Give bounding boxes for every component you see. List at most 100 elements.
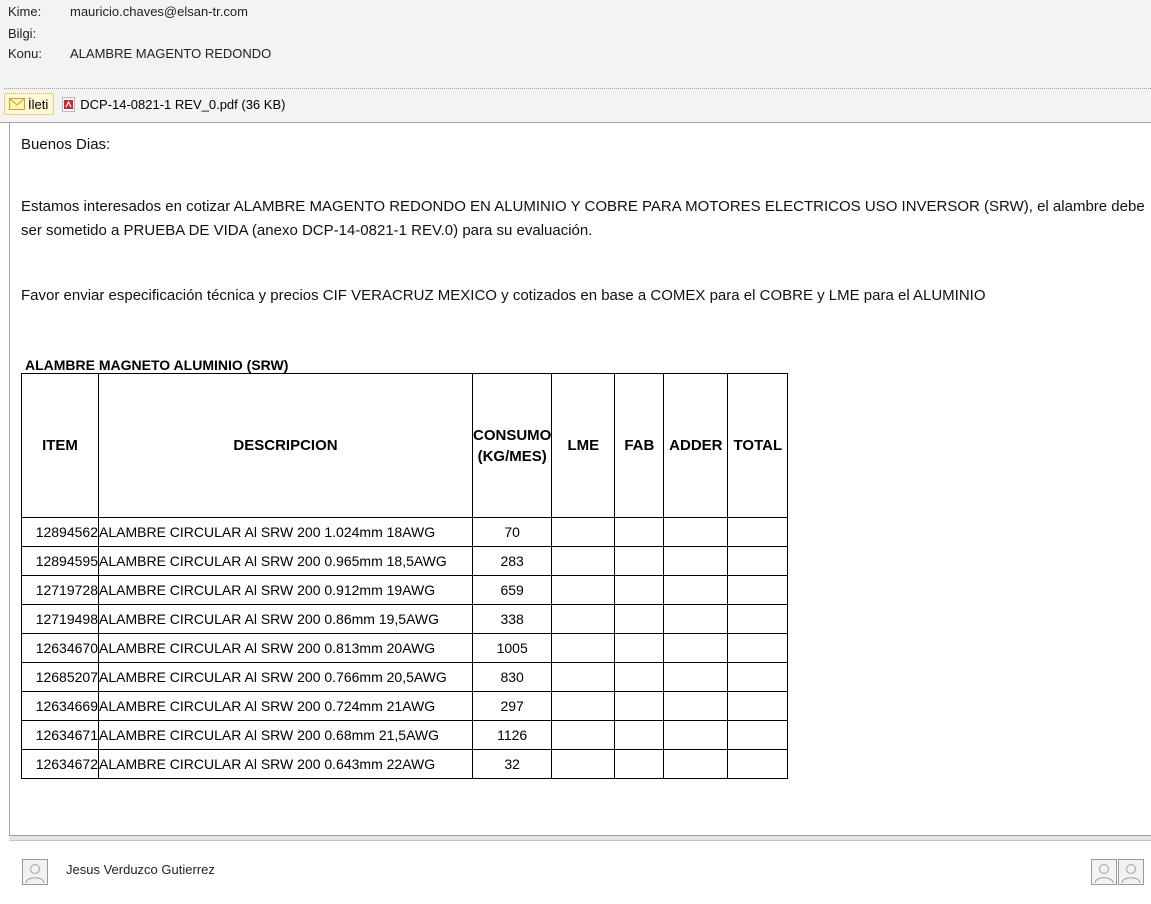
attachment-bar: İleti DCP-14-0821-1 REV_0.pdf (36 KB) xyxy=(4,93,290,115)
table-row: 12634670 ALAMBRE CIRCULAR Al SRW 200 0.81… xyxy=(21,633,789,663)
to-label: Kime: xyxy=(8,4,42,19)
pdf-icon xyxy=(62,96,76,112)
cell-lme xyxy=(551,749,616,779)
cell-lme xyxy=(551,517,616,547)
cell-fab xyxy=(614,691,665,721)
cell-fab xyxy=(614,517,665,547)
table-title: ALAMBRE MAGNETO ALUMINIO (SRW) xyxy=(25,357,289,373)
table-row: 12685207 ALAMBRE CIRCULAR Al SRW 200 0.76… xyxy=(21,662,789,692)
cell-fab xyxy=(614,662,665,692)
header-divider xyxy=(4,88,1151,89)
cell-descripcion: ALAMBRE CIRCULAR Al SRW 200 0.813mm 20AW… xyxy=(98,633,473,663)
cell-consumo: 830 xyxy=(471,662,553,692)
table-row: 12634671 ALAMBRE CIRCULAR Al SRW 200 0.68… xyxy=(21,720,789,750)
header-descripcion: DESCRIPCION xyxy=(98,373,473,518)
to-row: Kime: mauricio.chaves@elsan-tr.com xyxy=(8,2,248,22)
subject-row: Konu: ALAMBRE MAGENTO REDONDO xyxy=(8,44,271,64)
header-bottom-border xyxy=(0,122,1151,123)
envelope-icon xyxy=(9,98,25,110)
cell-lme xyxy=(551,546,616,576)
cell-adder xyxy=(663,633,729,663)
cc-row: Bilgi: xyxy=(8,24,70,44)
cell-fab xyxy=(614,720,665,750)
table-row: 12634669 ALAMBRE CIRCULAR Al SRW 200 0.72… xyxy=(21,691,789,721)
cell-adder xyxy=(663,517,729,547)
subject-label: Konu: xyxy=(8,46,42,61)
cell-item: 12634672 xyxy=(21,749,99,779)
header-consumo: CONSUMO (KG/MES) xyxy=(471,373,553,518)
subject-value: ALAMBRE MAGENTO REDONDO xyxy=(70,46,272,61)
attachment-pdf[interactable]: DCP-14-0821-1 REV_0.pdf (36 KB) xyxy=(58,94,290,114)
cell-consumo: 297 xyxy=(471,691,553,721)
cc-label: Bilgi: xyxy=(8,26,37,41)
cell-lme xyxy=(551,691,616,721)
to-recipient[interactable]: mauricio.chaves@elsan-tr.com xyxy=(70,4,248,19)
table-row: 12894595 ALAMBRE CIRCULAR Al SRW 200 0.96… xyxy=(21,546,789,576)
cell-item: 12634671 xyxy=(21,720,99,750)
sender-name[interactable]: Jesus Verduzco Gutierrez xyxy=(66,862,215,877)
cell-consumo: 338 xyxy=(471,604,553,634)
cell-lme xyxy=(551,575,616,605)
quote-table: ITEM DESCRIPCION CONSUMO (KG/MES) LME FA… xyxy=(21,373,789,779)
cell-fab xyxy=(614,575,665,605)
tab-message-label: İleti xyxy=(28,96,49,112)
cell-adder xyxy=(663,575,729,605)
cell-fab xyxy=(614,604,665,634)
message-header: Kime: mauricio.chaves@elsan-tr.com Bilgi:… xyxy=(0,0,1151,122)
table-row: 12719498 ALAMBRE CIRCULAR Al SRW 200 0.86… xyxy=(21,604,789,634)
cell-item: 12719728 xyxy=(21,575,99,605)
cell-item: 12634670 xyxy=(21,633,99,663)
greeting-text: Buenos Dias: xyxy=(21,136,111,153)
cell-lme xyxy=(551,633,616,663)
table-header-row: ITEM DESCRIPCION CONSUMO (KG/MES) LME FA… xyxy=(21,373,789,518)
cell-lme xyxy=(551,720,616,750)
cell-descripcion: ALAMBRE CIRCULAR Al SRW 200 0.643mm 22AW… xyxy=(98,749,473,779)
cell-item: 12719498 xyxy=(21,604,99,634)
cell-descripcion: ALAMBRE CIRCULAR Al SRW 200 0.965mm 18,5… xyxy=(98,546,473,576)
cell-adder xyxy=(663,749,729,779)
cell-total xyxy=(727,546,789,576)
tab-message[interactable]: İleti xyxy=(4,93,55,115)
cell-total xyxy=(727,691,789,721)
cell-descripcion: ALAMBRE CIRCULAR Al SRW 200 0.86mm 19,5A… xyxy=(98,604,473,634)
cell-lme xyxy=(551,662,616,692)
cell-descripcion: ALAMBRE CIRCULAR Al SRW 200 0.724mm 21AW… xyxy=(98,691,473,721)
cell-lme xyxy=(551,604,616,634)
cell-total xyxy=(727,633,789,663)
cell-total xyxy=(727,604,789,634)
cell-item: 12685207 xyxy=(21,662,99,692)
header-adder: ADDER xyxy=(663,373,729,518)
person-icon xyxy=(1121,864,1141,884)
header-fab: FAB xyxy=(614,373,665,518)
contact-avatar-2[interactable] xyxy=(1118,859,1144,885)
contact-avatar-1[interactable] xyxy=(1091,859,1117,885)
cell-adder xyxy=(663,720,729,750)
cell-item: 12894562 xyxy=(21,517,99,547)
header-lme: LME xyxy=(551,373,616,518)
table-row: 12894562 ALAMBRE CIRCULAR Al SRW 200 1.02… xyxy=(21,517,789,547)
sender-avatar[interactable] xyxy=(22,859,48,885)
body-left-border xyxy=(9,122,10,835)
cell-descripcion: ALAMBRE CIRCULAR Al SRW 200 0.766mm 20,5… xyxy=(98,662,473,692)
table-row: 12634672 ALAMBRE CIRCULAR Al SRW 200 0.64… xyxy=(21,749,789,779)
person-icon xyxy=(1094,864,1114,884)
cell-item: 12634669 xyxy=(21,691,99,721)
cell-total xyxy=(727,749,789,779)
cell-fab xyxy=(614,633,665,663)
cell-total xyxy=(727,575,789,605)
cell-consumo: 659 xyxy=(471,575,553,605)
header-total: TOTAL xyxy=(727,373,789,518)
cell-consumo: 1005 xyxy=(471,633,553,663)
cell-total xyxy=(727,662,789,692)
cell-fab xyxy=(614,749,665,779)
header-item: ITEM xyxy=(21,373,99,518)
cell-total xyxy=(727,517,789,547)
cell-adder xyxy=(663,604,729,634)
cell-descripcion: ALAMBRE CIRCULAR Al SRW 200 0.912mm 19AW… xyxy=(98,575,473,605)
cell-fab xyxy=(614,546,665,576)
people-pane: Jesus Verduzco Gutierrez xyxy=(0,841,1151,904)
request-paragraph: Estamos interesados en cotizar ALAMBRE M… xyxy=(21,198,1145,239)
cell-consumo: 283 xyxy=(471,546,553,576)
table-row: 12719728 ALAMBRE CIRCULAR Al SRW 200 0.91… xyxy=(21,575,789,605)
cell-consumo: 1126 xyxy=(471,720,553,750)
